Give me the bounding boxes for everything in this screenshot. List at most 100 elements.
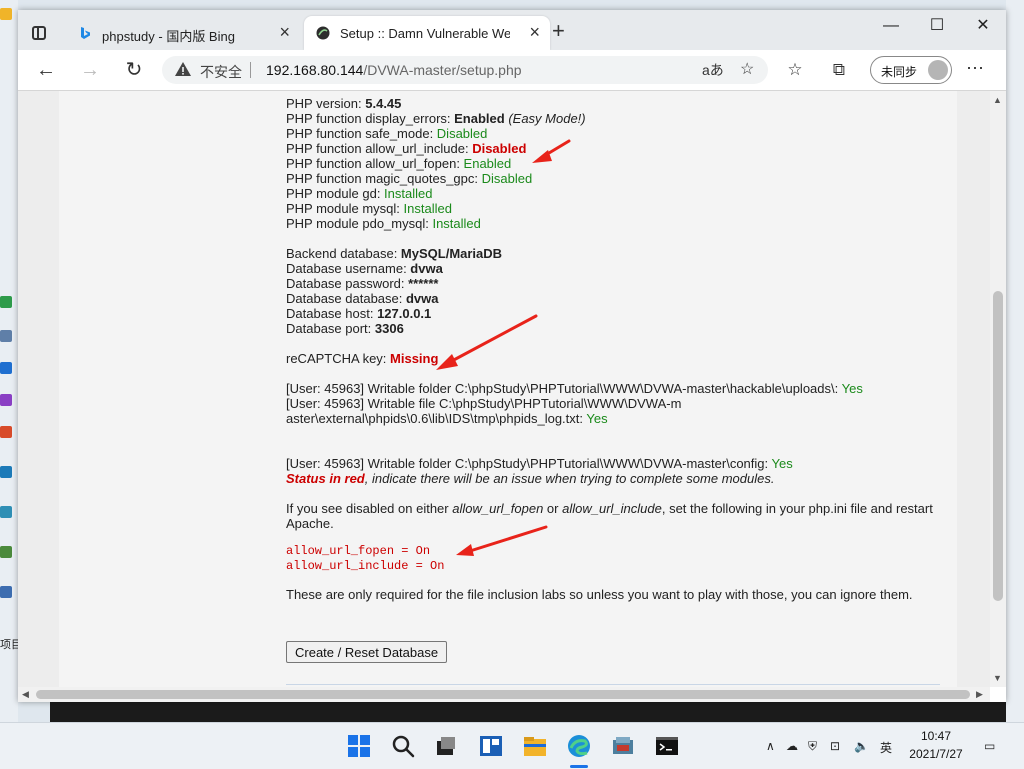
tab-dvwa-setup[interactable]: Setup :: Damn Vulnerable Web App ×	[304, 16, 550, 50]
allow-url-include-row: PHP function allow_url_include: Disabled	[286, 141, 946, 156]
row-label: PHP module mysql:	[286, 201, 404, 216]
add-favorite-icon[interactable]: ☆	[740, 59, 754, 79]
row-label: Database port:	[286, 321, 375, 336]
row-label: Database password:	[286, 276, 409, 291]
maximize-icon[interactable]: ☐	[914, 12, 960, 40]
notification-icon[interactable]: ▭	[984, 739, 995, 753]
safe-mode-row: PHP function safe_mode: Disabled	[286, 126, 946, 141]
scroll-left-icon[interactable]: ◀	[22, 689, 29, 700]
security-label[interactable]: 不安全	[200, 62, 242, 82]
setup-check-content: PHP version: 5.4.45 PHP function display…	[286, 96, 946, 602]
display-errors-row: PHP function display_errors: Enabled (Ea…	[286, 111, 946, 126]
server-app-icon[interactable]	[609, 732, 637, 760]
desktop-app-icon	[0, 296, 12, 308]
row-value: Yes	[586, 411, 608, 426]
tab-bing[interactable]: phpstudy - 国内版 Bing ×	[66, 16, 300, 50]
row-value: Disabled	[436, 126, 488, 141]
uploads-folder-row: [User: 45963] Writable folder C:\phpStud…	[286, 381, 946, 396]
new-tab-icon[interactable]: +	[552, 20, 565, 42]
browser-window: phpstudy - 国内版 Bing × Setup :: Damn Vuln…	[18, 10, 1006, 702]
terminal-icon[interactable]	[653, 732, 681, 760]
tab-title: Setup :: Damn Vulnerable Web App	[340, 26, 510, 41]
php-version-row: PHP version: 5.4.45	[286, 96, 946, 111]
security-tray-icon[interactable]: ⛨	[808, 739, 817, 754]
create-reset-database-button[interactable]: Create / Reset Database	[286, 641, 448, 663]
cloud-icon[interactable]: ☁	[786, 739, 798, 753]
scroll-right-icon[interactable]: ▶	[976, 689, 983, 700]
db-host-row: Database host: 127.0.0.1	[286, 306, 946, 321]
close-icon[interactable]: ×	[529, 22, 540, 43]
vertical-scrollbar[interactable]: ▲ ▼	[990, 91, 1006, 687]
row-label: PHP module gd:	[286, 186, 385, 201]
read-aloud-translate-icon[interactable]: aあ	[702, 60, 724, 80]
file-explorer-icon[interactable]	[521, 732, 549, 760]
close-icon[interactable]: ×	[279, 22, 290, 43]
row-value: Disabled	[472, 141, 527, 156]
background-window-edge	[50, 700, 1006, 722]
row-label: Database host:	[286, 306, 378, 321]
network-icon[interactable]: ⊡	[830, 739, 840, 753]
search-icon[interactable]	[389, 732, 417, 760]
row-value: Missing	[390, 351, 439, 366]
minimize-icon[interactable]: —	[868, 12, 914, 40]
row-label: PHP module pdo_mysql:	[286, 216, 433, 231]
volume-icon[interactable]: 🔈	[854, 739, 869, 753]
favorites-icon[interactable]: ☆	[784, 59, 806, 81]
desktop-app-icon	[0, 546, 12, 558]
scroll-down-icon[interactable]: ▼	[993, 673, 1002, 683]
scrollbar-thumb[interactable]	[993, 291, 1003, 601]
desktop-app-icon	[0, 506, 12, 518]
scroll-up-icon[interactable]: ▲	[993, 95, 1002, 105]
backend-db-row: Backend database: MySQL/MariaDB	[286, 246, 946, 261]
row-value: Enabled	[454, 111, 505, 126]
chevron-up-icon[interactable]: ∧	[766, 739, 775, 753]
row-value: Enabled	[463, 156, 512, 171]
module-mysql-row: PHP module mysql: Installed	[286, 201, 946, 216]
ime-indicator[interactable]: 英	[880, 739, 892, 756]
address-bar[interactable]: 不安全 192.168.80.144/DVWA-master/setup.php…	[162, 56, 768, 84]
module-gd-row: PHP module gd: Installed	[286, 186, 946, 201]
row-value: 5.4.45	[365, 96, 402, 111]
desktop-app-icon	[0, 394, 12, 406]
clock[interactable]: 10:47 2021/7/27	[898, 727, 974, 763]
row-label: Backend database:	[286, 246, 401, 261]
row-label: PHP function display_errors:	[286, 111, 455, 126]
row-label: Database username:	[286, 261, 411, 276]
start-icon[interactable]	[345, 732, 373, 760]
row-value: Installed	[384, 186, 433, 201]
avatar	[928, 60, 948, 80]
edge-icon[interactable]	[565, 732, 593, 760]
row-label: PHP version:	[286, 96, 366, 111]
url-text[interactable]: 192.168.80.144/DVWA-master/setup.php	[266, 62, 522, 78]
row-label: PHP function magic_quotes_gpc:	[286, 171, 482, 186]
address-toolbar: ← → ↻ 不安全 192.168.80.144/DVWA-master/set…	[18, 50, 1006, 91]
hint-setting: allow_url_include	[562, 501, 662, 516]
status-note: Status in red, indicate there will be an…	[286, 471, 946, 486]
more-icon[interactable]: ⋯	[966, 58, 984, 79]
hint-text: If you see disabled on either	[286, 501, 453, 516]
db-password-row: Database password: ******	[286, 276, 946, 291]
tab-actions-icon[interactable]	[32, 26, 46, 40]
folder-icon	[0, 8, 12, 20]
desktop-app-icon	[0, 466, 12, 478]
forward-icon[interactable]: →	[76, 58, 104, 82]
horizontal-scrollbar[interactable]: ◀ ▶	[18, 687, 990, 702]
close-window-icon[interactable]: ✕	[960, 12, 1006, 40]
collections-icon[interactable]: ⧉	[828, 59, 850, 81]
scrollbar-thumb[interactable]	[36, 690, 970, 699]
row-value: dvwa	[405, 291, 439, 306]
back-icon[interactable]: ←	[32, 58, 60, 82]
task-view-icon[interactable]	[432, 732, 460, 760]
db-username-row: Database username: dvwa	[286, 261, 946, 276]
db-name-row: Database database: dvwa	[286, 291, 946, 306]
row-value: MySQL/MariaDB	[400, 246, 503, 261]
labs-note: These are only required for the file inc…	[286, 587, 913, 602]
refresh-icon[interactable]: ↻	[120, 58, 148, 82]
profile-button[interactable]: 未同步	[870, 56, 952, 84]
code-allow-url-fopen: allow_url_fopen = On	[286, 544, 431, 558]
widgets-icon[interactable]	[477, 732, 505, 760]
